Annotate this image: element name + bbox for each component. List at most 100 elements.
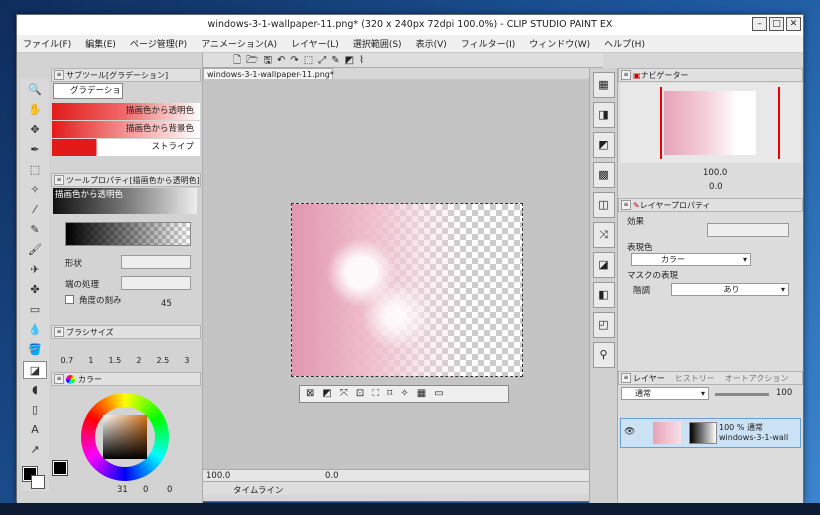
eye-icon[interactable]: 👁 <box>624 427 635 437</box>
subtool-item[interactable]: ストライプ <box>52 139 200 156</box>
material-tab-icon[interactable]: ◰ <box>592 312 615 338</box>
brush-size-option[interactable]: 1 <box>88 356 93 365</box>
blend-mode-dropdown[interactable]: 通常 <box>621 387 709 400</box>
menu-page[interactable]: ページ管理(P) <box>130 37 187 50</box>
new-file-icon[interactable]: 🗋 <box>233 55 246 66</box>
select-all-icon[interactable]: ⬚ <box>304 55 318 66</box>
eyedropper-tool-icon[interactable]: ⁄ <box>23 201 47 219</box>
history-tab[interactable]: ヒストリー <box>675 373 715 384</box>
autoaction-tab[interactable]: オートアクション <box>725 373 789 384</box>
subtool-group-tab[interactable]: グラデーション <box>53 83 123 99</box>
menu-view[interactable]: 表示(V) <box>416 37 447 50</box>
canvas-area[interactable]: ⊠◩⤧⊡⛶⌑✧▦▭ <box>203 79 589 481</box>
material-tab-icon[interactable]: ◪ <box>592 252 615 278</box>
layer-row[interactable]: 👁 100 % 通常 windows-3-1-wall <box>620 418 801 448</box>
subtool-item[interactable]: 描画色から透明色 <box>52 103 200 120</box>
panel-toggle-icon[interactable]: ≡ <box>621 70 631 80</box>
navigator-angle[interactable]: 0.0 <box>709 182 723 192</box>
airbrush-tool-icon[interactable]: ✈ <box>23 261 47 279</box>
opacity-slider[interactable] <box>715 393 769 396</box>
panel-toggle-icon[interactable]: ≡ <box>621 373 631 383</box>
gradient-tool-icon[interactable]: ◪ <box>23 361 47 379</box>
panel-toggle-icon[interactable]: ≡ <box>54 70 64 80</box>
menu-icon[interactable]: ▭ <box>434 388 451 399</box>
gradient-preview[interactable]: 描画色から透明色 <box>53 188 197 214</box>
panel-toggle-icon[interactable]: ≡ <box>54 327 64 337</box>
angle-checkbox[interactable] <box>65 295 74 304</box>
brush-size-option[interactable]: 3 <box>184 356 189 365</box>
brush-size-option[interactable]: 0.7 <box>61 356 74 365</box>
text-tool-icon[interactable]: A <box>23 421 47 439</box>
menu-help[interactable]: ヘルプ(H) <box>604 37 645 50</box>
navigator-zoom[interactable]: 100.0 <box>703 168 727 178</box>
expand-icon[interactable]: ⤧ <box>340 388 356 399</box>
clear-icon[interactable]: ✎ <box>331 55 344 66</box>
material-tab-icon[interactable]: ▦ <box>592 72 615 98</box>
subtool-item[interactable]: 描画色から背景色 <box>52 121 200 138</box>
open-icon[interactable]: 🗁 <box>246 55 263 66</box>
opacity-value[interactable]: 100 <box>776 388 792 398</box>
material-tab-icon[interactable]: ⚲ <box>592 342 615 368</box>
menu-edit[interactable]: 編集(E) <box>85 37 116 50</box>
edge-selector[interactable] <box>121 276 191 290</box>
save-icon[interactable]: 🖫 <box>263 55 277 66</box>
move-tool-icon[interactable]: ✥ <box>23 121 47 139</box>
menu-file[interactable]: ファイル(F) <box>23 37 71 50</box>
marquee-tool-icon[interactable]: ⬚ <box>23 161 47 179</box>
panel-toggle-icon[interactable]: ≡ <box>54 175 64 185</box>
fill-tool-icon[interactable]: 🪣 <box>23 341 47 359</box>
figure-tool-icon[interactable]: ◖ <box>23 381 47 399</box>
balloon-tool-icon[interactable]: ↗ <box>23 441 47 459</box>
brush-size-option[interactable]: 2 <box>136 356 141 365</box>
menu-window[interactable]: ウィンドウ(W) <box>529 37 590 50</box>
menu-selection[interactable]: 選択範囲(S) <box>353 37 402 50</box>
scale-icon[interactable]: ⛶ <box>372 388 387 399</box>
snap-icon[interactable]: ⌇ <box>359 55 369 66</box>
panel-toggle-icon[interactable]: ≡ <box>54 374 64 384</box>
expression-dropdown[interactable]: カラー <box>631 253 751 266</box>
shrink-icon[interactable]: ⊡ <box>356 388 372 399</box>
deselect-icon[interactable]: ⊠ <box>306 388 322 399</box>
layer-tab[interactable]: レイヤー <box>633 373 665 384</box>
current-color-swatch[interactable] <box>52 460 68 476</box>
menu-animation[interactable]: アニメーション(A) <box>201 37 277 50</box>
brush-size-option[interactable]: 2.5 <box>157 356 170 365</box>
ruler-icon[interactable]: ◩ <box>345 55 359 66</box>
background-color-swatch[interactable] <box>31 475 45 489</box>
zoom-value[interactable]: 100.0 <box>206 471 230 481</box>
gradient-editor[interactable] <box>65 222 191 246</box>
panel-toggle-icon[interactable]: ≡ <box>621 200 631 210</box>
material-tab-icon[interactable]: ◧ <box>592 282 615 308</box>
navigator-preview[interactable] <box>620 83 801 163</box>
transform-icon[interactable]: ⤢ <box>318 55 331 66</box>
effect-buttons[interactable] <box>707 223 789 237</box>
minimize-button[interactable]: – <box>752 17 767 31</box>
tone-icon[interactable]: ▦ <box>417 388 434 399</box>
menu-layer[interactable]: レイヤー(L) <box>291 37 339 50</box>
zoom-tool-icon[interactable]: 🔍 <box>23 81 47 99</box>
hand-tool-icon[interactable]: ✋ <box>23 101 47 119</box>
fill-selection-icon[interactable]: ◩ <box>322 388 339 399</box>
clear-icon[interactable]: ✧ <box>400 388 416 399</box>
lasso-tool-icon[interactable]: ✧ <box>23 181 47 199</box>
close-button[interactable]: ✕ <box>786 17 801 31</box>
shape-selector[interactable] <box>121 255 191 269</box>
undo-icon[interactable]: ↶ <box>277 55 290 66</box>
color-square[interactable] <box>103 415 147 459</box>
material-tab-icon[interactable]: ▩ <box>592 162 615 188</box>
menu-filter[interactable]: フィルター(I) <box>461 37 516 50</box>
color-wheel[interactable] <box>81 393 169 481</box>
material-tab-icon[interactable]: ◩ <box>592 132 615 158</box>
redo-icon[interactable]: ↷ <box>290 55 303 66</box>
brush-size-option[interactable]: 1.5 <box>109 356 122 365</box>
frame-tool-icon[interactable]: ▯ <box>23 401 47 419</box>
decoration-tool-icon[interactable]: ✤ <box>23 281 47 299</box>
material-tab-icon[interactable]: ◫ <box>592 192 615 218</box>
blend-tool-icon[interactable]: 💧 <box>23 321 47 339</box>
maximize-button[interactable]: □ <box>769 17 784 31</box>
timeline-label[interactable]: タイムライン <box>233 484 283 496</box>
pencil-tool-icon[interactable]: ✎ <box>23 221 47 239</box>
angle-value[interactable]: 0.0 <box>325 471 339 481</box>
pen-tool-icon[interactable]: ✒ <box>23 141 47 159</box>
material-tab-icon[interactable]: ◨ <box>592 102 615 128</box>
